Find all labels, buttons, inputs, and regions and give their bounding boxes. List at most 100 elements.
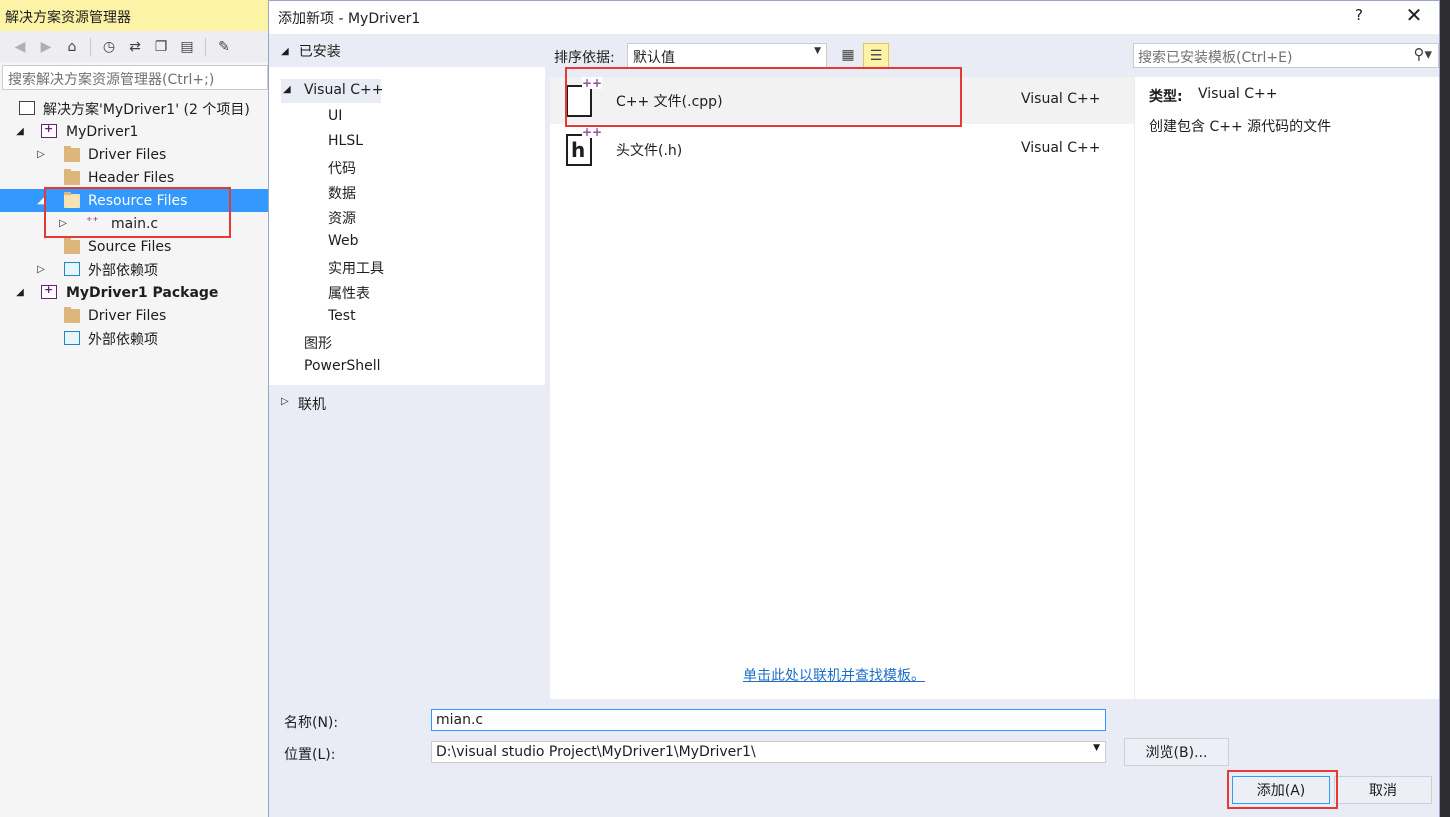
package-project-icon (41, 283, 57, 299)
category-web[interactable]: Web (328, 233, 359, 249)
tree-label: main.c (111, 215, 159, 232)
category-utility[interactable]: 实用工具 (328, 258, 384, 278)
expanded-arrow-icon[interactable]: ◢ (35, 195, 47, 206)
location-value: D:\visual studio Project\MyDriver1\MyDri… (436, 744, 756, 760)
template-row-cpp[interactable]: ++ C++ 文件(.cpp) Visual C++ (550, 77, 1134, 124)
grid-view-icon[interactable]: ▦ (836, 43, 860, 67)
tree-node-project-package[interactable]: ◢ MyDriver1 Package (0, 281, 270, 304)
category-graphics[interactable]: 图形 (304, 333, 332, 353)
folder-icon (64, 146, 80, 162)
category-label: Visual C++ (304, 82, 384, 98)
toolbar-separator (90, 37, 91, 56)
category-ui[interactable]: UI (328, 108, 342, 124)
tree-label: Header Files (88, 169, 175, 186)
chevron-down-icon: ▼ (1093, 743, 1100, 753)
expanded-arrow-icon[interactable]: ◢ (14, 126, 26, 137)
category-resource[interactable]: 资源 (328, 208, 356, 228)
c-file-icon: ⁺⁺ (86, 214, 99, 228)
template-type: Visual C++ (1021, 140, 1101, 156)
sort-value: 默认值 (633, 50, 675, 66)
help-button[interactable]: ? (1349, 6, 1369, 28)
add-new-item-dialog: 添加新项 - MyDriver1 ? ✕ ◢ 已安装 ◢ Visual C++ … (268, 0, 1440, 817)
sort-toolbar: 排序依据: 默认值 ▼ ▦ ☰ 搜索已安装模板(Ctrl+E) ⚲▾ (547, 35, 1439, 75)
solution-explorer-title: 解决方案资源管理器 (0, 0, 270, 31)
tree-node-source-files[interactable]: Source Files (0, 235, 270, 258)
home-icon[interactable]: ⌂ (62, 37, 82, 57)
properties-icon[interactable]: ✎ (214, 37, 234, 57)
category-test[interactable]: Test (328, 308, 356, 324)
tree-label: MyDriver1 (66, 123, 139, 140)
tree-node-main-c[interactable]: ▷ ⁺⁺ main.c (0, 212, 270, 235)
collapse-icon[interactable]: ❐ (151, 37, 171, 57)
cpp-file-icon: ++ (566, 77, 603, 117)
collapsed-arrow-icon[interactable]: ▷ (281, 396, 289, 407)
tree-label: 外部依赖项 (88, 262, 158, 279)
category-powershell[interactable]: PowerShell (304, 358, 380, 374)
open-folder-icon (64, 192, 80, 208)
external-deps-icon (64, 331, 80, 345)
tree-node-header-files[interactable]: Header Files (0, 166, 270, 189)
location-select[interactable]: D:\visual studio Project\MyDriver1\MyDri… (431, 741, 1106, 763)
cancel-button[interactable]: 取消 (1334, 776, 1432, 804)
category-visual-cpp[interactable]: ◢ Visual C++ (281, 79, 384, 103)
project-icon (41, 122, 57, 138)
category-code[interactable]: 代码 (328, 158, 356, 178)
type-value: Visual C++ (1198, 86, 1278, 102)
solution-icon (19, 101, 35, 115)
solution-search-input[interactable]: 搜索解决方案资源管理器(Ctrl+;) (2, 65, 268, 90)
template-list: ++ C++ 文件(.cpp) Visual C++ h ++ 头文件(.h) V… (550, 77, 1134, 699)
tree-node-pkg-driver-files[interactable]: Driver Files (0, 304, 270, 327)
category-tree: ◢ Visual C++ UI HLSL 代码 数据 资源 Web 实用工具 属… (269, 67, 545, 385)
expanded-arrow-icon[interactable]: ◢ (14, 287, 26, 298)
template-row-header[interactable]: h ++ 头文件(.h) Visual C++ (550, 126, 1134, 173)
history-icon[interactable]: ◷ (99, 37, 119, 57)
template-description: 创建包含 C++ 源代码的文件 (1149, 119, 1332, 135)
tree-label: Driver Files (88, 307, 167, 324)
sort-label: 排序依据: (554, 50, 615, 66)
tree-node-external-deps[interactable]: ▷ 外部依赖项 (0, 258, 270, 281)
close-icon[interactable]: ✕ (1399, 3, 1429, 31)
tree-label: Driver Files (88, 146, 167, 163)
tree-node-solution[interactable]: 解决方案'MyDriver1' (2 个项目) (0, 97, 270, 120)
collapsed-arrow-icon[interactable]: ▷ (35, 149, 47, 160)
chevron-down-icon: ▼ (814, 46, 821, 56)
name-input[interactable]: mian.c (431, 709, 1106, 731)
category-hlsl[interactable]: HLSL (328, 133, 363, 149)
folder-icon (64, 169, 80, 185)
online-section[interactable]: ▷ 联机 (269, 385, 545, 421)
dialog-title: 添加新项 - MyDriver1 (269, 1, 1439, 34)
tree-node-driver-files[interactable]: ▷ Driver Files (0, 143, 270, 166)
back-icon[interactable]: ◀ (10, 37, 30, 57)
type-label: 类型: (1149, 89, 1183, 105)
sync-icon[interactable]: ⇄ (125, 37, 145, 57)
template-type: Visual C++ (1021, 91, 1101, 107)
category-data[interactable]: 数据 (328, 183, 356, 203)
list-view-icon[interactable]: ☰ (863, 43, 889, 69)
installed-header[interactable]: ◢ 已安装 (269, 35, 545, 67)
tree-label: MyDriver1 Package (66, 284, 219, 301)
expanded-arrow-icon[interactable]: ◢ (281, 46, 289, 57)
forward-icon[interactable]: ▶ (36, 37, 56, 57)
dialog-footer: 名称(N): mian.c 位置(L): D:\visual studio Pr… (269, 699, 1439, 817)
category-property-sheet[interactable]: 属性表 (328, 283, 370, 303)
template-name: 头文件(.h) (616, 143, 683, 159)
collapsed-arrow-icon[interactable]: ▷ (35, 264, 47, 275)
solution-explorer-panel: 解决方案资源管理器 ◀ ▶ ⌂ ◷ ⇄ ❐ ▤ ✎ 搜索解决方案资源管理器(Ct… (0, 0, 270, 817)
add-button[interactable]: 添加(A) (1232, 776, 1330, 804)
collapsed-arrow-icon[interactable]: ▷ (57, 218, 69, 229)
tree-node-project-mydriver1[interactable]: ◢ MyDriver1 (0, 120, 270, 143)
tree-label: 解决方案'MyDriver1' (2 个项目) (43, 101, 250, 118)
tree-label: 外部依赖项 (88, 331, 158, 348)
tree-node-resource-files[interactable]: ◢ Resource Files (0, 189, 270, 212)
tree-node-pkg-external-deps[interactable]: 外部依赖项 (0, 327, 270, 350)
background-edge (1440, 0, 1450, 817)
header-file-icon: h ++ (566, 126, 603, 166)
show-all-icon[interactable]: ▤ (177, 37, 197, 57)
online-templates-link[interactable]: 单击此处以联机并查找模板。 (743, 665, 925, 685)
search-icon[interactable]: ⚲▾ (1413, 45, 1432, 63)
folder-icon (64, 307, 80, 323)
sort-select[interactable]: 默认值 ▼ (627, 43, 827, 68)
template-search-input[interactable]: 搜索已安装模板(Ctrl+E) ⚲▾ (1133, 43, 1439, 68)
browse-button[interactable]: 浏览(B)... (1124, 738, 1229, 766)
external-deps-icon (64, 262, 80, 276)
